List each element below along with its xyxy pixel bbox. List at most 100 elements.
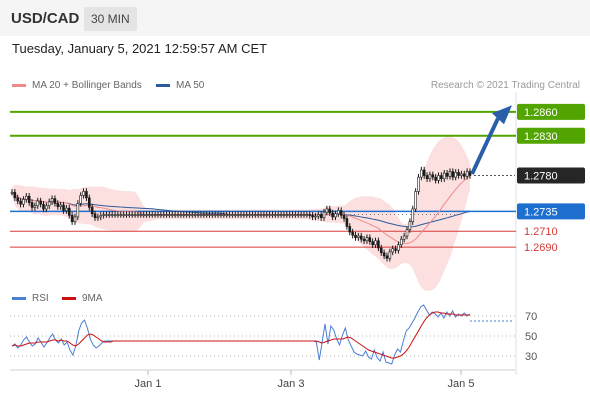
candle-body [13,191,17,199]
candle-body [382,252,386,257]
candle-body [397,244,400,251]
candle-body [191,214,194,216]
candle-body [93,213,97,219]
candle-body [408,221,412,230]
candle-body [437,175,440,181]
candle-body [173,214,177,216]
candle-body [53,198,57,204]
candle-body [231,214,234,216]
candle-body [254,214,257,216]
candle-body [79,195,82,204]
candle-body [359,235,363,240]
candle-body [308,214,312,216]
candle-body [351,231,354,236]
candle-body [259,214,263,216]
candle-body [425,175,429,180]
candle-body [242,214,246,216]
candle-body [337,210,340,215]
candle-body [465,171,469,177]
price-label-support: 1.2690 [524,242,558,254]
candle-body [162,214,166,216]
candle-body [448,171,452,177]
x-tick-label: Jan 1 [135,378,162,390]
candle-body [108,214,111,216]
candle-body [279,214,283,216]
candle-body [136,214,140,216]
candle-body [159,214,163,216]
candle-body [171,214,174,216]
candle-body [434,176,437,181]
candle-body [322,211,326,219]
candle-body [73,216,77,222]
candle-body [302,214,306,216]
candle-body [122,214,125,216]
rsi-tick-label: 50 [525,331,537,343]
candle-body [133,214,137,216]
price-label-last: 1.2780 [524,171,558,183]
candle-body [417,176,420,192]
candle-body [16,197,20,202]
candle-body [357,235,360,238]
candle-body [411,208,415,222]
candle-body [116,214,120,216]
candle-body [354,234,357,238]
candle-body [339,210,343,216]
candle-body [33,205,37,208]
candle-body [19,200,22,205]
candle-body [85,191,88,199]
candle-body [414,191,417,210]
candle-body [233,214,237,216]
candle-body [391,248,395,253]
candle-body [188,214,191,216]
candle-body [139,214,143,216]
candle-body [291,214,294,216]
candle-body [377,240,380,249]
candle-body [87,197,91,208]
candle-body [148,214,151,216]
candle-body [102,214,105,216]
candle-body [385,255,389,259]
candle-body [36,200,40,207]
candle-body [256,214,260,216]
candle-body [334,213,337,218]
candle-body [45,205,48,210]
candle-body [165,214,168,216]
candle-body [305,214,309,216]
candle-body [239,214,243,216]
candle-body [219,214,223,216]
candle-body [128,214,131,216]
candle-body [348,226,352,233]
price-label-pivot: 1.2735 [524,206,558,218]
candle-body [294,214,297,216]
candle-body [216,214,220,216]
forecast-arrow-shaft [470,117,500,175]
candle-body [82,191,85,196]
candle-body [368,237,372,242]
price-chart: 1.2860 1.2830 1.2780 1.2735 1.2710 1.2690 70 50… [10,92,585,390]
x-tick-label: Jan 3 [278,378,305,390]
candle-body [276,214,280,216]
candle-body [208,214,211,216]
candle-body [145,214,148,216]
candle-body [248,214,251,216]
candle-body [99,215,103,218]
x-tick-label: Jan 5 [448,378,475,390]
candle-body [445,172,449,177]
candle-body [328,208,332,214]
candle-body [285,214,289,216]
price-label-resistance: 1.2830 [524,131,558,143]
candle-body [462,173,466,177]
candle-body [62,204,65,211]
candle-body [228,214,231,216]
candle-body [251,214,254,216]
candle-body [299,214,303,216]
candle-body [422,169,426,176]
candle-body [205,214,208,216]
candle-body [202,214,206,216]
candle-body [331,212,334,218]
candle-body [311,215,314,218]
candle-body [420,169,423,178]
candle-body [402,235,406,240]
candle-body [282,214,286,216]
candle-body [457,172,460,176]
